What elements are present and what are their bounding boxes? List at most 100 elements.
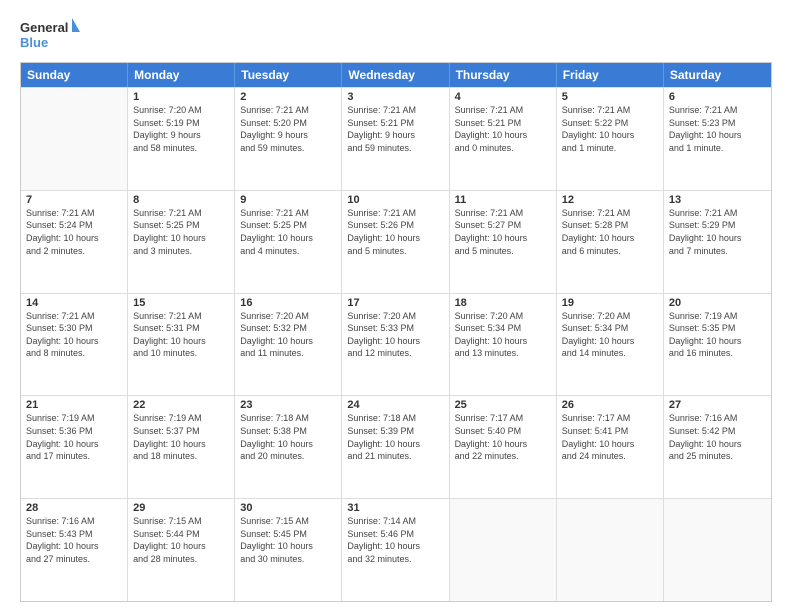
header-day-monday: Monday (128, 63, 235, 87)
calendar-cell: 18Sunrise: 7:20 AM Sunset: 5:34 PM Dayli… (450, 294, 557, 396)
calendar-week-1: 1Sunrise: 7:20 AM Sunset: 5:19 PM Daylig… (21, 87, 771, 190)
calendar-cell: 11Sunrise: 7:21 AM Sunset: 5:27 PM Dayli… (450, 191, 557, 293)
day-number: 16 (240, 297, 336, 309)
day-info: Sunrise: 7:20 AM Sunset: 5:19 PM Dayligh… (133, 104, 229, 154)
calendar-cell: 2Sunrise: 7:21 AM Sunset: 5:20 PM Daylig… (235, 88, 342, 190)
calendar-cell (450, 499, 557, 601)
calendar-cell: 12Sunrise: 7:21 AM Sunset: 5:28 PM Dayli… (557, 191, 664, 293)
calendar-cell: 1Sunrise: 7:20 AM Sunset: 5:19 PM Daylig… (128, 88, 235, 190)
svg-text:Blue: Blue (20, 35, 48, 50)
day-number: 18 (455, 297, 551, 309)
day-info: Sunrise: 7:20 AM Sunset: 5:33 PM Dayligh… (347, 310, 443, 360)
header-day-friday: Friday (557, 63, 664, 87)
day-info: Sunrise: 7:21 AM Sunset: 5:25 PM Dayligh… (240, 207, 336, 257)
day-info: Sunrise: 7:17 AM Sunset: 5:41 PM Dayligh… (562, 412, 658, 462)
day-info: Sunrise: 7:21 AM Sunset: 5:26 PM Dayligh… (347, 207, 443, 257)
day-number: 9 (240, 194, 336, 206)
header-day-thursday: Thursday (450, 63, 557, 87)
day-info: Sunrise: 7:21 AM Sunset: 5:29 PM Dayligh… (669, 207, 766, 257)
day-info: Sunrise: 7:21 AM Sunset: 5:31 PM Dayligh… (133, 310, 229, 360)
calendar-cell: 29Sunrise: 7:15 AM Sunset: 5:44 PM Dayli… (128, 499, 235, 601)
day-number: 6 (669, 91, 766, 103)
calendar-cell: 21Sunrise: 7:19 AM Sunset: 5:36 PM Dayli… (21, 396, 128, 498)
day-info: Sunrise: 7:20 AM Sunset: 5:34 PM Dayligh… (455, 310, 551, 360)
calendar-week-4: 21Sunrise: 7:19 AM Sunset: 5:36 PM Dayli… (21, 395, 771, 498)
day-info: Sunrise: 7:21 AM Sunset: 5:24 PM Dayligh… (26, 207, 122, 257)
day-number: 1 (133, 91, 229, 103)
day-number: 8 (133, 194, 229, 206)
day-info: Sunrise: 7:16 AM Sunset: 5:43 PM Dayligh… (26, 515, 122, 565)
calendar-cell: 7Sunrise: 7:21 AM Sunset: 5:24 PM Daylig… (21, 191, 128, 293)
calendar-week-2: 7Sunrise: 7:21 AM Sunset: 5:24 PM Daylig… (21, 190, 771, 293)
logo-svg: General Blue (20, 16, 80, 52)
header-day-tuesday: Tuesday (235, 63, 342, 87)
day-number: 30 (240, 502, 336, 514)
calendar-cell: 17Sunrise: 7:20 AM Sunset: 5:33 PM Dayli… (342, 294, 449, 396)
day-info: Sunrise: 7:20 AM Sunset: 5:32 PM Dayligh… (240, 310, 336, 360)
calendar-cell: 28Sunrise: 7:16 AM Sunset: 5:43 PM Dayli… (21, 499, 128, 601)
day-info: Sunrise: 7:21 AM Sunset: 5:23 PM Dayligh… (669, 104, 766, 154)
day-info: Sunrise: 7:21 AM Sunset: 5:21 PM Dayligh… (455, 104, 551, 154)
day-info: Sunrise: 7:14 AM Sunset: 5:46 PM Dayligh… (347, 515, 443, 565)
day-number: 20 (669, 297, 766, 309)
calendar-header: SundayMondayTuesdayWednesdayThursdayFrid… (21, 63, 771, 87)
calendar-week-3: 14Sunrise: 7:21 AM Sunset: 5:30 PM Dayli… (21, 293, 771, 396)
day-info: Sunrise: 7:21 AM Sunset: 5:21 PM Dayligh… (347, 104, 443, 154)
calendar-cell: 6Sunrise: 7:21 AM Sunset: 5:23 PM Daylig… (664, 88, 771, 190)
calendar-cell (21, 88, 128, 190)
day-info: Sunrise: 7:16 AM Sunset: 5:42 PM Dayligh… (669, 412, 766, 462)
calendar-cell: 15Sunrise: 7:21 AM Sunset: 5:31 PM Dayli… (128, 294, 235, 396)
calendar-cell: 25Sunrise: 7:17 AM Sunset: 5:40 PM Dayli… (450, 396, 557, 498)
day-info: Sunrise: 7:21 AM Sunset: 5:27 PM Dayligh… (455, 207, 551, 257)
calendar-cell: 22Sunrise: 7:19 AM Sunset: 5:37 PM Dayli… (128, 396, 235, 498)
day-number: 31 (347, 502, 443, 514)
calendar-cell: 23Sunrise: 7:18 AM Sunset: 5:38 PM Dayli… (235, 396, 342, 498)
calendar-cell: 5Sunrise: 7:21 AM Sunset: 5:22 PM Daylig… (557, 88, 664, 190)
day-number: 21 (26, 399, 122, 411)
day-info: Sunrise: 7:19 AM Sunset: 5:37 PM Dayligh… (133, 412, 229, 462)
header: General Blue (20, 16, 772, 52)
day-number: 19 (562, 297, 658, 309)
calendar-cell: 20Sunrise: 7:19 AM Sunset: 5:35 PM Dayli… (664, 294, 771, 396)
day-info: Sunrise: 7:21 AM Sunset: 5:28 PM Dayligh… (562, 207, 658, 257)
day-number: 10 (347, 194, 443, 206)
day-number: 7 (26, 194, 122, 206)
calendar-cell: 19Sunrise: 7:20 AM Sunset: 5:34 PM Dayli… (557, 294, 664, 396)
page: General Blue SundayMondayTuesdayWednesda… (0, 0, 792, 612)
day-info: Sunrise: 7:18 AM Sunset: 5:39 PM Dayligh… (347, 412, 443, 462)
day-number: 25 (455, 399, 551, 411)
day-number: 4 (455, 91, 551, 103)
calendar-cell: 16Sunrise: 7:20 AM Sunset: 5:32 PM Dayli… (235, 294, 342, 396)
day-info: Sunrise: 7:21 AM Sunset: 5:25 PM Dayligh… (133, 207, 229, 257)
calendar-cell: 24Sunrise: 7:18 AM Sunset: 5:39 PM Dayli… (342, 396, 449, 498)
day-number: 13 (669, 194, 766, 206)
header-day-saturday: Saturday (664, 63, 771, 87)
day-number: 14 (26, 297, 122, 309)
day-info: Sunrise: 7:15 AM Sunset: 5:44 PM Dayligh… (133, 515, 229, 565)
day-number: 2 (240, 91, 336, 103)
logo: General Blue (20, 16, 80, 52)
day-number: 29 (133, 502, 229, 514)
svg-text:General: General (20, 20, 68, 35)
calendar-cell: 14Sunrise: 7:21 AM Sunset: 5:30 PM Dayli… (21, 294, 128, 396)
day-info: Sunrise: 7:21 AM Sunset: 5:22 PM Dayligh… (562, 104, 658, 154)
day-number: 22 (133, 399, 229, 411)
day-info: Sunrise: 7:18 AM Sunset: 5:38 PM Dayligh… (240, 412, 336, 462)
day-number: 26 (562, 399, 658, 411)
day-number: 28 (26, 502, 122, 514)
day-number: 15 (133, 297, 229, 309)
day-number: 27 (669, 399, 766, 411)
day-info: Sunrise: 7:21 AM Sunset: 5:30 PM Dayligh… (26, 310, 122, 360)
day-number: 5 (562, 91, 658, 103)
day-info: Sunrise: 7:17 AM Sunset: 5:40 PM Dayligh… (455, 412, 551, 462)
calendar-cell: 10Sunrise: 7:21 AM Sunset: 5:26 PM Dayli… (342, 191, 449, 293)
day-info: Sunrise: 7:21 AM Sunset: 5:20 PM Dayligh… (240, 104, 336, 154)
day-info: Sunrise: 7:19 AM Sunset: 5:35 PM Dayligh… (669, 310, 766, 360)
day-number: 11 (455, 194, 551, 206)
calendar-cell: 13Sunrise: 7:21 AM Sunset: 5:29 PM Dayli… (664, 191, 771, 293)
day-number: 17 (347, 297, 443, 309)
calendar-cell: 30Sunrise: 7:15 AM Sunset: 5:45 PM Dayli… (235, 499, 342, 601)
calendar-cell: 31Sunrise: 7:14 AM Sunset: 5:46 PM Dayli… (342, 499, 449, 601)
header-day-wednesday: Wednesday (342, 63, 449, 87)
calendar-cell (664, 499, 771, 601)
